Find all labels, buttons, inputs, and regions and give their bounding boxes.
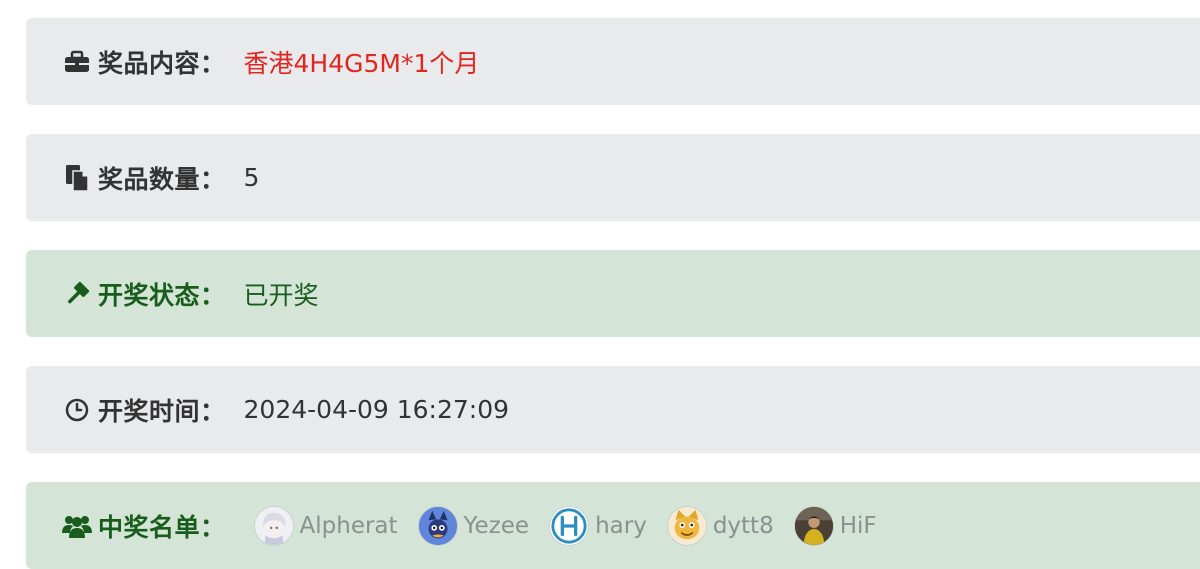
- draw-status-label: 开奖状态：: [98, 280, 226, 310]
- gavel-icon: [62, 279, 92, 309]
- prize-quantity-row: 奖品数量： 5: [26, 134, 1200, 221]
- draw-time-row: 开奖时间： 2024-04-09 16:27:09: [26, 366, 1200, 453]
- draw-status-row: 开奖状态： 已开奖: [26, 250, 1200, 337]
- winner-item[interactable]: dytt8: [666, 505, 774, 546]
- prize-content-label: 奖品内容：: [98, 48, 226, 78]
- prize-content-row: 奖品内容： 香港4H4G5M*1个月: [26, 18, 1200, 105]
- winner-name[interactable]: hary: [595, 513, 647, 539]
- anime-girl-avatar[interactable]: [253, 505, 294, 546]
- person-photo-avatar[interactable]: [793, 505, 834, 546]
- winner-item[interactable]: HiF: [793, 505, 877, 546]
- draw-status-value: 已开奖: [243, 280, 319, 310]
- clock-icon: [62, 395, 92, 425]
- winner-name[interactable]: HiF: [840, 513, 877, 539]
- winner-item[interactable]: Alpherat: [253, 505, 398, 546]
- cat-avatar[interactable]: [666, 505, 707, 546]
- winners-label: 中奖名单：: [98, 512, 226, 542]
- copy-icon: [62, 163, 92, 193]
- draw-time-value: 2024-04-09 16:27:09: [243, 395, 510, 424]
- draw-time-label: 开奖时间：: [98, 396, 226, 426]
- prize-quantity-label: 奖品数量：: [98, 164, 226, 194]
- prize-content-value: 香港4H4G5M*1个月: [243, 48, 480, 78]
- prize-quantity-value: 5: [243, 163, 260, 192]
- winner-name[interactable]: Alpherat: [300, 513, 398, 539]
- winner-item[interactable]: hary: [549, 505, 647, 546]
- winners-row: 中奖名单： Alpherat Yezee hary dytt8 HiF: [26, 482, 1200, 569]
- users-icon: [62, 511, 92, 541]
- blue-cartoon-avatar[interactable]: [417, 505, 458, 546]
- briefcase-icon: [62, 47, 92, 77]
- winner-item[interactable]: Yezee: [417, 505, 530, 546]
- winner-name[interactable]: dytt8: [713, 513, 774, 539]
- winners-list: Alpherat Yezee hary dytt8 HiF: [253, 505, 897, 546]
- h-letter-avatar[interactable]: [549, 505, 590, 546]
- winner-name[interactable]: Yezee: [464, 513, 530, 539]
